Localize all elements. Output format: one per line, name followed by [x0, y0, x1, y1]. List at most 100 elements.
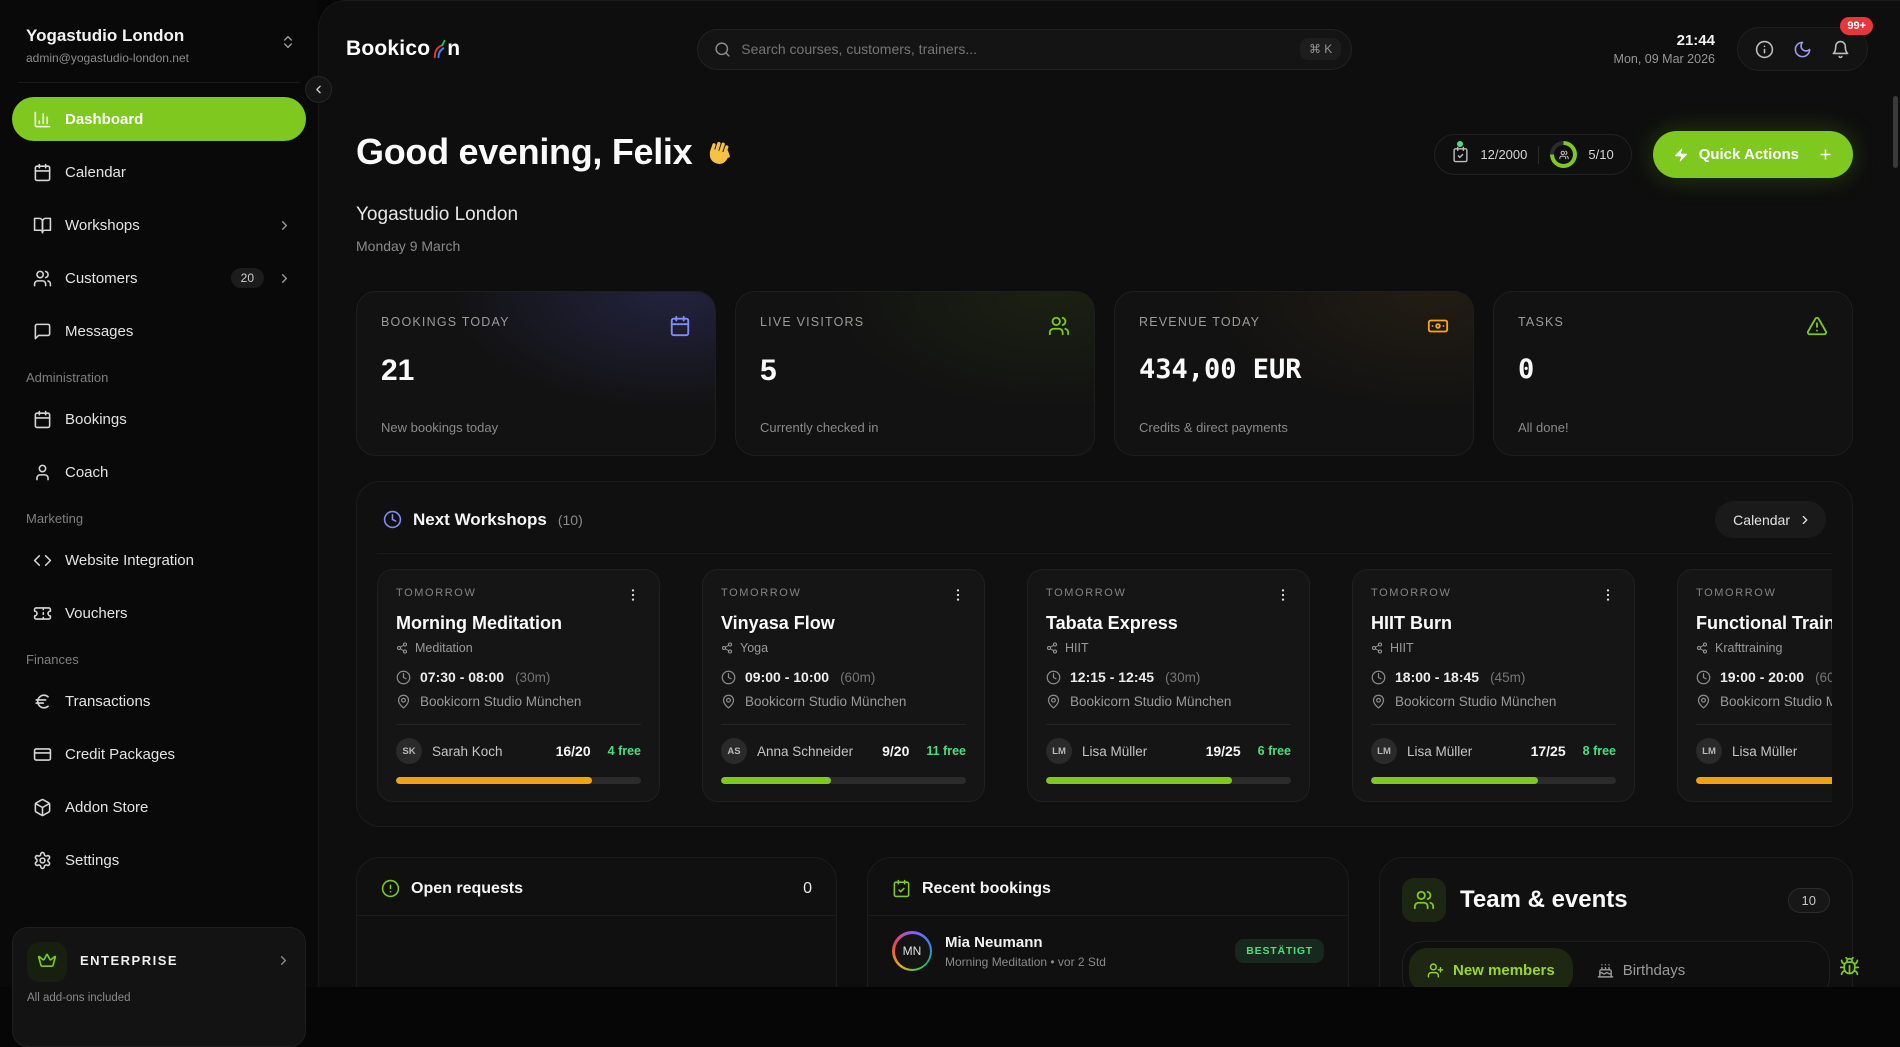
sidebar-item-label: Vouchers: [65, 605, 292, 622]
sidebar-item-customers[interactable]: Customers 20: [12, 256, 306, 300]
calendar-link-label: Calendar: [1733, 512, 1790, 528]
booking-status-badge: BESTÄTIGT: [1235, 939, 1324, 963]
booking-detail: Morning Meditation • vor 2 Std: [945, 955, 1106, 969]
sidebar-divider: [18, 82, 300, 83]
chevron-right-icon: [1798, 513, 1812, 527]
free-spots: 4 free: [608, 744, 641, 758]
workshops-count: (10): [558, 512, 583, 528]
workshop-title: Functional Training: [1696, 613, 1832, 634]
kebab-menu-icon[interactable]: [625, 587, 641, 603]
global-search[interactable]: ⌘ K: [697, 29, 1352, 70]
workshop-day: TOMORROW: [1371, 587, 1451, 599]
workshop-card[interactable]: TOMORROW HIIT Burn HIIT 18:00 - 18:45(45…: [1352, 569, 1635, 802]
sidebar-item-bookings[interactable]: Bookings: [12, 397, 306, 441]
workshop-duration: (30m): [515, 670, 550, 685]
bell-icon[interactable]: [1831, 40, 1850, 59]
enterprise-plan-card[interactable]: ENTERPRISE All add-ons included: [12, 927, 306, 1047]
booking-list-item[interactable]: MN Mia Neumann Morning Meditation • vor …: [868, 916, 1348, 986]
divider: [1696, 724, 1832, 725]
divider: [396, 724, 641, 725]
workshop-title: Tabata Express: [1046, 613, 1291, 634]
logo-text-b: n: [447, 37, 460, 61]
divider: [721, 724, 966, 725]
workshop-card[interactable]: TOMORROW Vinyasa Flow Yoga 09:00 - 10:00…: [702, 569, 985, 802]
calendar-check-icon: [892, 879, 911, 898]
studio-name: Yogastudio London: [356, 204, 736, 226]
stat-card-bookings-today[interactable]: BOOKINGS TODAY 21 New bookings today: [356, 291, 716, 456]
workshop-card[interactable]: TOMORROW Functional Training Krafttraini…: [1677, 569, 1832, 802]
kebab-menu-icon[interactable]: [1600, 587, 1616, 603]
info-icon[interactable]: [1755, 40, 1774, 59]
kebab-menu-icon[interactable]: [1275, 587, 1291, 603]
scrollbar-thumb[interactable]: [1893, 96, 1898, 168]
sidebar-item-transactions[interactable]: Transactions: [12, 679, 306, 723]
moon-icon[interactable]: [1793, 40, 1812, 59]
sidebar-item-workshops[interactable]: Workshops: [12, 203, 306, 247]
stat-card-live-visitors[interactable]: LIVE VISITORS 5 Currently checked in: [735, 291, 1095, 456]
org-switcher[interactable]: Yogastudio London admin@yogastudio-londo…: [12, 0, 306, 65]
members-usage-value: 5/10: [1588, 147, 1613, 162]
stat-card-tasks[interactable]: TASKS 0 All done!: [1493, 291, 1853, 456]
hero-section: Good evening, Felix Yogastudio London Mo…: [356, 131, 1853, 254]
recent-bookings-panel: Recent bookings MN Mia Neumann Morning M…: [867, 857, 1349, 987]
sidebar-item-label: Transactions: [65, 693, 292, 710]
debug-bug-icon[interactable]: [1839, 956, 1860, 977]
stat-label: BOOKINGS TODAY: [381, 315, 510, 329]
sidebar-item-coach[interactable]: Coach: [12, 450, 306, 494]
circle-alert-icon: [381, 879, 400, 898]
section-title: Next Workshops: [413, 510, 547, 530]
chevron-right-icon: [277, 271, 292, 286]
sidebar-item-calendar[interactable]: Calendar: [12, 150, 306, 194]
open-requests-count: 0: [803, 880, 812, 898]
trainer-name: Lisa Müller: [1407, 744, 1521, 759]
kebab-menu-icon[interactable]: [950, 587, 966, 603]
workshop-card[interactable]: TOMORROW Tabata Express HIIT 12:15 - 12:…: [1027, 569, 1310, 802]
calendar-link-button[interactable]: Calendar: [1715, 501, 1826, 538]
sidebar-item-addon-store[interactable]: Addon Store: [12, 785, 306, 829]
calendar-icon: [669, 315, 691, 337]
usage-pill[interactable]: 12/2000 5/10: [1434, 134, 1631, 175]
sidebar-collapse-button[interactable]: [305, 76, 332, 103]
stat-card-revenue-today[interactable]: REVENUE TODAY 434,00 EUR Credits & direc…: [1114, 291, 1474, 456]
stat-caption: New bookings today: [381, 420, 498, 435]
category-icon: [1696, 642, 1708, 654]
next-workshops-panel: Next Workshops (10) Calendar TOMORROW Mo…: [356, 481, 1853, 827]
workshop-time: 09:00 - 10:00: [745, 669, 829, 685]
sidebar-item-dashboard[interactable]: Dashboard: [12, 97, 306, 141]
workshop-card[interactable]: TOMORROW Morning Meditation Meditation 0…: [377, 569, 660, 802]
stat-value: 434,00 EUR: [1139, 354, 1449, 385]
occupancy-progressbar: [396, 777, 641, 784]
quick-actions-button[interactable]: Quick Actions: [1653, 131, 1853, 178]
sidebar-item-label: Customers: [65, 270, 218, 287]
sidebar-item-messages[interactable]: Messages: [12, 309, 306, 353]
ticket-icon: [33, 604, 52, 623]
tab-birthdays[interactable]: Birthdays: [1579, 948, 1704, 987]
workshop-time: 19:00 - 20:00: [1720, 669, 1804, 685]
logo-text-a: Bookico: [346, 37, 430, 61]
calendar-usage-icon: [1452, 146, 1469, 163]
credit-card-icon: [33, 745, 52, 764]
sidebar-item-website-integration[interactable]: Website Integration: [12, 538, 306, 582]
sidebar-item-label: Workshops: [65, 217, 264, 234]
app-logo[interactable]: Bookico n: [346, 37, 460, 61]
workshop-duration: (60m): [1815, 670, 1832, 685]
sidebar-item-settings[interactable]: Settings: [12, 838, 306, 882]
usage-divider: [1538, 146, 1539, 164]
clock-icon: [1371, 670, 1386, 685]
workshop-location: Bookicorn Studio München: [1720, 694, 1832, 709]
search-shortcut-badge: ⌘ K: [1300, 38, 1341, 60]
search-icon: [714, 41, 731, 58]
occupancy-progress-fill: [1371, 777, 1538, 784]
search-input[interactable]: [741, 41, 1290, 57]
sidebar-item-vouchers[interactable]: Vouchers: [12, 591, 306, 635]
enterprise-title: ENTERPRISE: [80, 953, 178, 968]
tab-new-members[interactable]: New members: [1409, 948, 1573, 987]
workshop-category: HIIT: [1065, 641, 1089, 655]
section-title: Team & events: [1460, 886, 1628, 914]
workshop-location: Bookicorn Studio München: [1395, 694, 1556, 709]
workshop-location: Bookicorn Studio München: [1070, 694, 1231, 709]
sidebar-item-credit-packages[interactable]: Credit Packages: [12, 732, 306, 776]
workshops-carousel[interactable]: TOMORROW Morning Meditation Meditation 0…: [377, 569, 1832, 802]
chevrons-up-down-icon[interactable]: [280, 34, 296, 50]
alert-triangle-icon: [1806, 315, 1828, 337]
